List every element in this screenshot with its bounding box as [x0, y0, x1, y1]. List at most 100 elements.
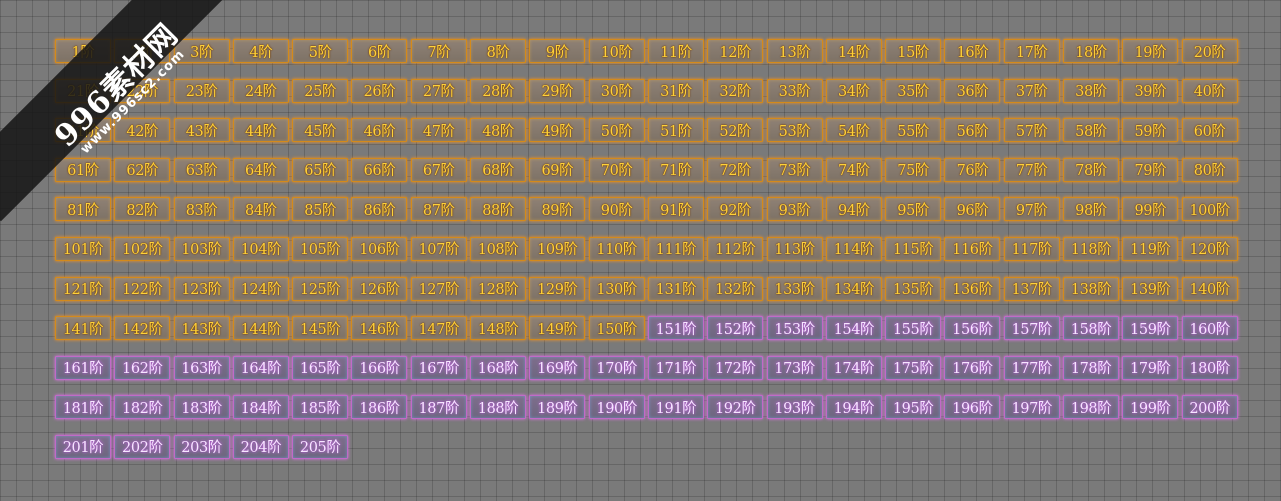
tier-button-65[interactable]: 65阶 — [292, 157, 349, 182]
tier-button-21[interactable]: 21阶 — [55, 78, 111, 103]
tier-button-110[interactable]: 110阶 — [588, 236, 645, 261]
tier-button-152[interactable]: 152阶 — [707, 316, 764, 341]
tier-button-72[interactable]: 72阶 — [707, 157, 764, 182]
tier-button-153[interactable]: 153阶 — [766, 316, 823, 341]
tier-button-143[interactable]: 143阶 — [173, 316, 230, 341]
tier-button-170[interactable]: 170阶 — [588, 355, 645, 380]
tier-button-150[interactable]: 150阶 — [588, 316, 645, 341]
tier-button-29[interactable]: 29阶 — [529, 78, 586, 103]
tier-button-69[interactable]: 69阶 — [529, 157, 586, 182]
tier-button-111[interactable]: 111阶 — [647, 236, 704, 261]
tier-button-204[interactable]: 204阶 — [232, 434, 289, 459]
tier-button-126[interactable]: 126阶 — [351, 276, 408, 301]
tier-button-20[interactable]: 20阶 — [1181, 39, 1238, 63]
tier-button-135[interactable]: 135阶 — [885, 276, 942, 301]
tier-button-193[interactable]: 193阶 — [766, 395, 823, 420]
tier-button-89[interactable]: 89阶 — [529, 197, 586, 222]
tier-button-95[interactable]: 95阶 — [885, 197, 942, 222]
tier-button-117[interactable]: 117阶 — [1003, 236, 1060, 261]
tier-button-134[interactable]: 134阶 — [825, 276, 882, 301]
tier-button-188[interactable]: 188阶 — [470, 395, 527, 420]
tier-button-155[interactable]: 155阶 — [885, 316, 942, 341]
tier-button-107[interactable]: 107阶 — [410, 236, 467, 261]
tier-button-120[interactable]: 120阶 — [1181, 236, 1238, 261]
tier-button-115[interactable]: 115阶 — [885, 236, 942, 261]
tier-button-71[interactable]: 71阶 — [647, 157, 704, 182]
tier-button-183[interactable]: 183阶 — [173, 395, 230, 420]
tier-button-122[interactable]: 122阶 — [114, 276, 171, 301]
tier-button-78[interactable]: 78阶 — [1063, 157, 1120, 182]
tier-button-137[interactable]: 137阶 — [1003, 276, 1060, 301]
tier-button-90[interactable]: 90阶 — [588, 197, 645, 222]
tier-button-106[interactable]: 106阶 — [351, 236, 408, 261]
tier-button-23[interactable]: 23阶 — [173, 78, 230, 103]
tier-button-108[interactable]: 108阶 — [470, 236, 527, 261]
tier-button-194[interactable]: 194阶 — [825, 395, 882, 420]
tier-button-30[interactable]: 30阶 — [588, 78, 645, 103]
tier-button-1[interactable]: 1阶 — [55, 39, 111, 63]
tier-button-195[interactable]: 195阶 — [885, 395, 942, 420]
tier-button-31[interactable]: 31阶 — [647, 78, 704, 103]
tier-button-174[interactable]: 174阶 — [825, 355, 882, 380]
tier-button-7[interactable]: 7阶 — [410, 39, 467, 63]
tier-button-113[interactable]: 113阶 — [766, 236, 823, 261]
tier-button-119[interactable]: 119阶 — [1122, 236, 1179, 261]
tier-button-129[interactable]: 129阶 — [529, 276, 586, 301]
tier-button-112[interactable]: 112阶 — [707, 236, 764, 261]
tier-button-92[interactable]: 92阶 — [707, 197, 764, 222]
tier-button-97[interactable]: 97阶 — [1003, 197, 1060, 222]
tier-button-104[interactable]: 104阶 — [232, 236, 289, 261]
tier-button-131[interactable]: 131阶 — [647, 276, 704, 301]
tier-button-179[interactable]: 179阶 — [1122, 355, 1179, 380]
tier-button-68[interactable]: 68阶 — [470, 157, 527, 182]
tier-button-43[interactable]: 43阶 — [173, 118, 230, 143]
tier-button-189[interactable]: 189阶 — [529, 395, 586, 420]
tier-button-96[interactable]: 96阶 — [944, 197, 1001, 222]
tier-button-121[interactable]: 121阶 — [55, 276, 111, 301]
tier-button-86[interactable]: 86阶 — [351, 197, 408, 222]
tier-button-99[interactable]: 99阶 — [1122, 197, 1179, 222]
tier-button-85[interactable]: 85阶 — [292, 197, 349, 222]
tier-button-32[interactable]: 32阶 — [707, 78, 764, 103]
tier-button-14[interactable]: 14阶 — [825, 39, 882, 63]
tier-button-177[interactable]: 177阶 — [1003, 355, 1060, 380]
tier-button-49[interactable]: 49阶 — [529, 118, 586, 143]
tier-button-171[interactable]: 171阶 — [647, 355, 704, 380]
tier-button-33[interactable]: 33阶 — [766, 78, 823, 103]
tier-button-136[interactable]: 136阶 — [944, 276, 1001, 301]
tier-button-76[interactable]: 76阶 — [944, 157, 1001, 182]
tier-button-159[interactable]: 159阶 — [1122, 316, 1179, 341]
tier-button-64[interactable]: 64阶 — [232, 157, 289, 182]
tier-button-77[interactable]: 77阶 — [1003, 157, 1060, 182]
tier-button-181[interactable]: 181阶 — [55, 395, 111, 420]
tier-button-102[interactable]: 102阶 — [114, 236, 171, 261]
tier-button-41[interactable]: 41阶 — [55, 118, 111, 143]
tier-button-36[interactable]: 36阶 — [944, 78, 1001, 103]
tier-button-47[interactable]: 47阶 — [410, 118, 467, 143]
tier-button-59[interactable]: 59阶 — [1122, 118, 1179, 143]
tier-button-26[interactable]: 26阶 — [351, 78, 408, 103]
tier-button-83[interactable]: 83阶 — [173, 197, 230, 222]
tier-button-139[interactable]: 139阶 — [1122, 276, 1179, 301]
tier-button-87[interactable]: 87阶 — [410, 197, 467, 222]
tier-button-133[interactable]: 133阶 — [766, 276, 823, 301]
tier-button-182[interactable]: 182阶 — [114, 395, 171, 420]
tier-button-190[interactable]: 190阶 — [588, 395, 645, 420]
tier-button-197[interactable]: 197阶 — [1003, 395, 1060, 420]
tier-button-103[interactable]: 103阶 — [173, 236, 230, 261]
tier-button-184[interactable]: 184阶 — [232, 395, 289, 420]
tier-button-146[interactable]: 146阶 — [351, 316, 408, 341]
tier-button-51[interactable]: 51阶 — [647, 118, 704, 143]
tier-button-163[interactable]: 163阶 — [173, 355, 230, 380]
tier-button-101[interactable]: 101阶 — [55, 236, 111, 261]
tier-button-94[interactable]: 94阶 — [825, 197, 882, 222]
tier-button-180[interactable]: 180阶 — [1181, 355, 1238, 380]
tier-button-17[interactable]: 17阶 — [1003, 39, 1060, 63]
tier-button-125[interactable]: 125阶 — [292, 276, 349, 301]
tier-button-203[interactable]: 203阶 — [173, 434, 230, 459]
tier-button-10[interactable]: 10阶 — [588, 39, 645, 63]
tier-button-19[interactable]: 19阶 — [1122, 39, 1179, 63]
tier-button-63[interactable]: 63阶 — [173, 157, 230, 182]
tier-button-169[interactable]: 169阶 — [529, 355, 586, 380]
tier-button-52[interactable]: 52阶 — [707, 118, 764, 143]
